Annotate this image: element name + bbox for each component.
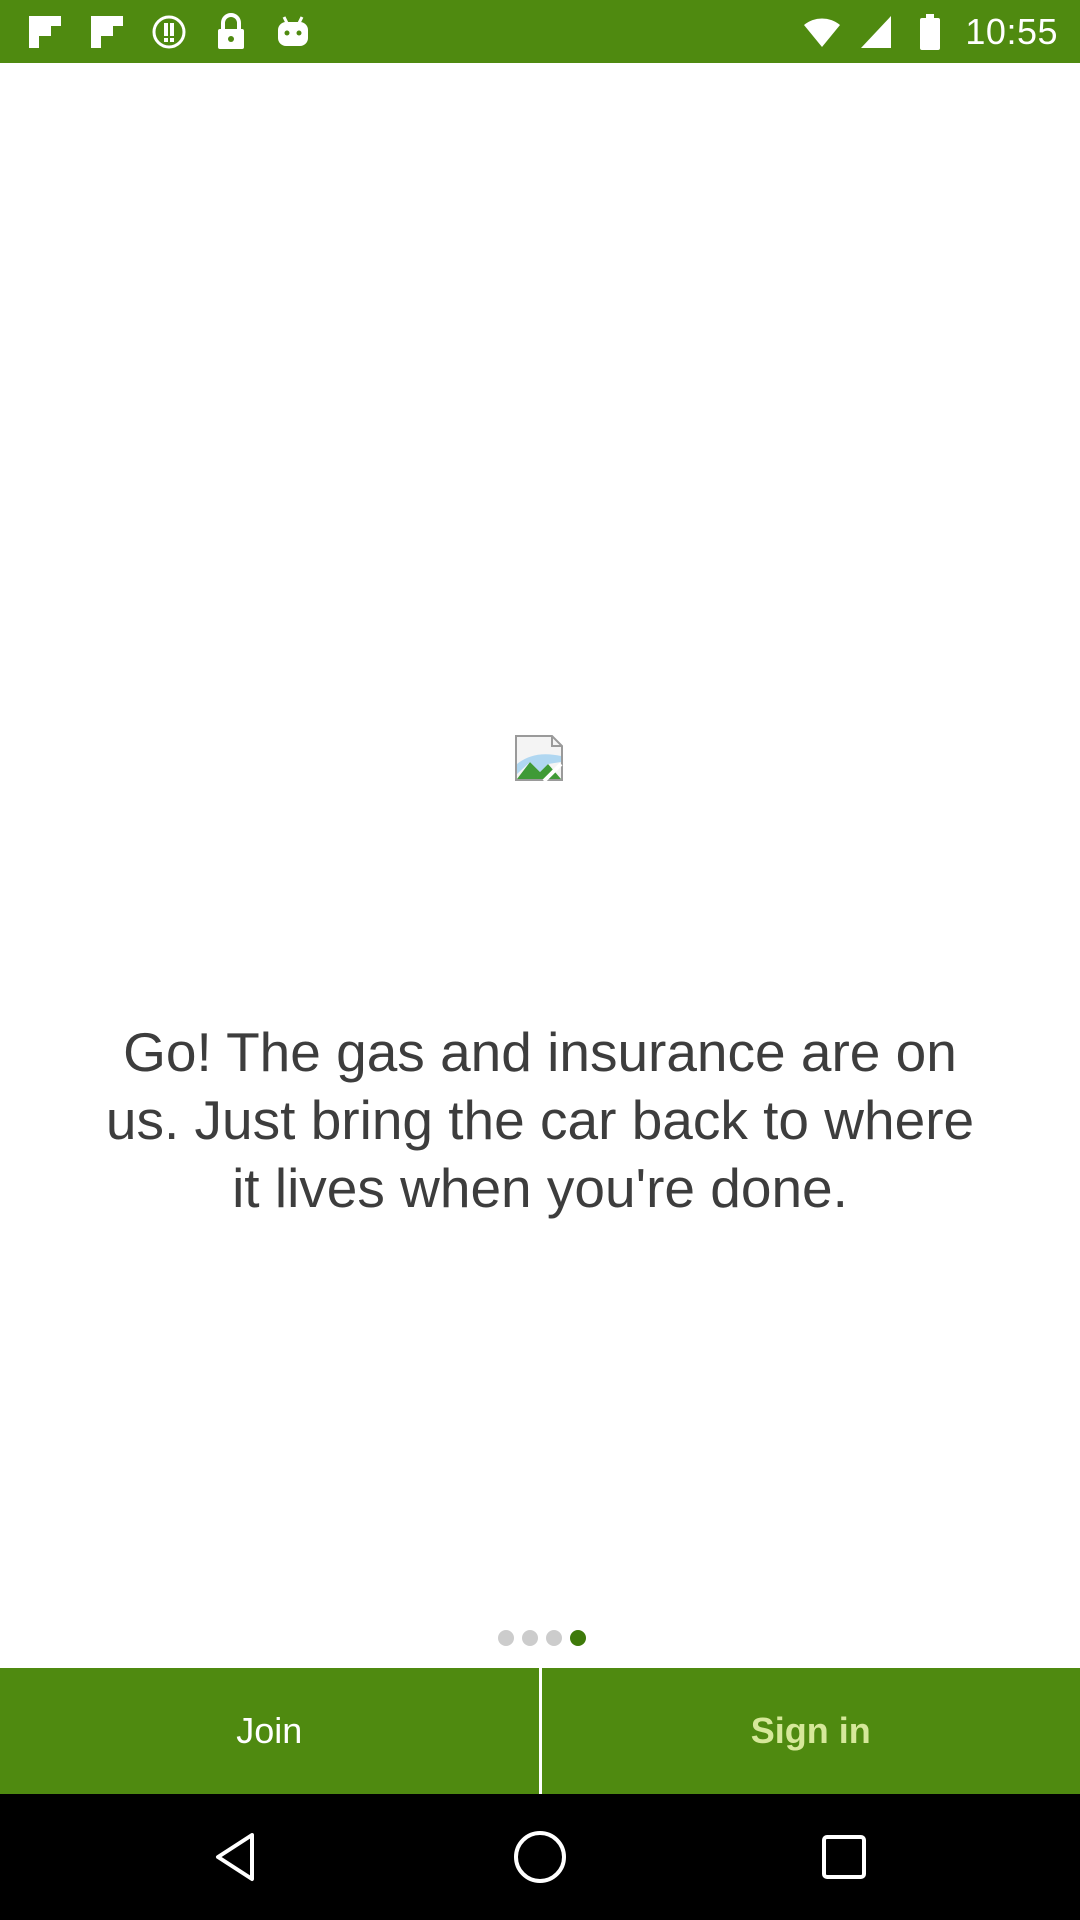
status-bar: 10:55	[0, 0, 1080, 63]
home-icon[interactable]	[510, 1827, 570, 1887]
flipboard-icon	[86, 11, 128, 53]
join-button[interactable]: Join	[0, 1668, 539, 1794]
action-bar: Join Sign in	[0, 1668, 1080, 1794]
page-dot-1[interactable]	[498, 1630, 514, 1646]
sign-in-button[interactable]: Sign in	[542, 1668, 1080, 1794]
back-icon[interactable]	[206, 1827, 266, 1887]
system-status: 10:55	[803, 8, 1058, 56]
onboarding-message: Go! The gas and insurance are on us. Jus…	[105, 1021, 975, 1219]
circle-exclamation-icon	[148, 11, 190, 53]
navigation-bar	[0, 1794, 1080, 1920]
flipboard-icon	[24, 11, 66, 53]
clock: 10:55	[965, 11, 1058, 52]
lock-icon	[210, 11, 252, 53]
signal-icon	[857, 12, 895, 52]
page-dot-2[interactable]	[522, 1630, 538, 1646]
recent-apps-icon[interactable]	[814, 1827, 874, 1887]
wifi-icon	[803, 12, 841, 52]
broken-image-icon	[514, 734, 564, 783]
page-indicator	[0, 1630, 1080, 1646]
notification-icons	[24, 10, 314, 54]
page-dot-4-active[interactable]	[570, 1630, 586, 1646]
page-dot-3[interactable]	[546, 1630, 562, 1646]
android-icon	[272, 11, 314, 53]
battery-icon	[911, 12, 949, 52]
onboarding-screen: 10:55 Go! The gas and insurance are on u…	[0, 0, 1080, 1920]
